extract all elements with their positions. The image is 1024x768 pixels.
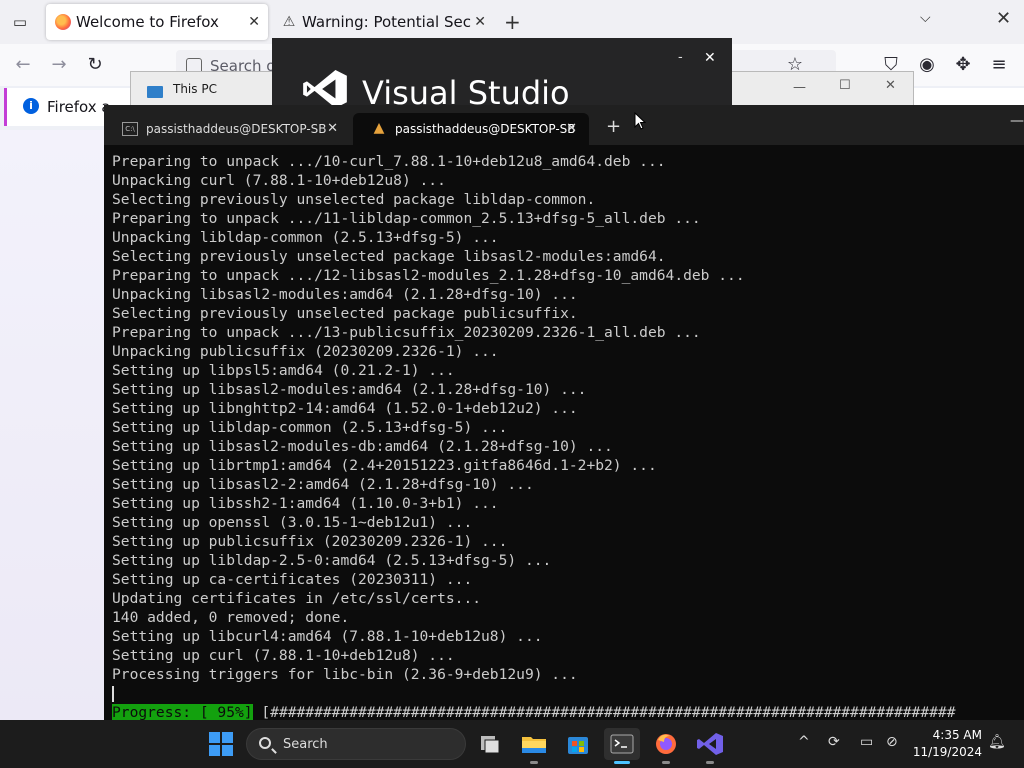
- tab-title: Warning: Potential Sec: [302, 13, 471, 31]
- firefox-tab-warning[interactable]: ⚠ Warning: Potential Sec ✕: [272, 4, 494, 40]
- terminal-line: Setting up libsasl2-modules-db:amd64 (2.…: [112, 438, 613, 455]
- this-pc-icon: [147, 86, 163, 98]
- terminal-line: Setting up libcurl4:amd64 (7.88.1-10+deb…: [112, 628, 543, 645]
- network-disconnected-icon[interactable]: ⊘: [886, 734, 898, 750]
- terminal-line: Setting up ca-certificates (20230311) ..…: [112, 571, 473, 588]
- sync-status-icon[interactable]: ⟳: [828, 734, 840, 750]
- extensions-icon[interactable]: ✥: [952, 54, 974, 75]
- terminal-line: Setting up openssl (3.0.15-1~deb12u1) ..…: [112, 514, 473, 531]
- notification-bell-icon[interactable]: 🔔︎: [988, 734, 1006, 750]
- search-icon: [259, 737, 271, 749]
- terminal-line: Setting up libssh2-1:amd64 (1.10.0-3+b1)…: [112, 495, 499, 512]
- firefox-page-content: [0, 130, 110, 720]
- visual-studio-logo-icon: [303, 70, 347, 108]
- terminal-line: 140 added, 0 removed; done.: [112, 609, 350, 626]
- visual-studio-taskbar-icon[interactable]: [692, 728, 728, 764]
- forward-arrow-icon[interactable]: →: [48, 54, 70, 75]
- explorer-maximize-button[interactable]: ☐: [839, 78, 851, 93]
- terminal-line: Setting up libsasl2-modules:amd64 (2.1.2…: [112, 381, 587, 398]
- terminal-line: Preparing to unpack .../12-libsasl2-modu…: [112, 267, 745, 284]
- terminal-line: Setting up libpsl5:amd64 (0.21.2-1) ...: [112, 362, 455, 379]
- file-explorer-taskbar-icon[interactable]: [516, 728, 552, 764]
- back-arrow-icon[interactable]: ←: [12, 54, 34, 75]
- menu-hamburger-icon[interactable]: ≡: [988, 54, 1010, 75]
- terminal-line: Setting up librtmp1:amd64 (2.4+20151223.…: [112, 457, 657, 474]
- windows-taskbar: Search ^ ⟳ ▭ ⊘ 4:35 AM 11/19/2024 🔔︎: [0, 720, 1024, 768]
- clock-date: 11/19/2024: [912, 745, 982, 759]
- warning-icon: ⚠: [282, 14, 296, 30]
- cmd-icon: C:\: [122, 122, 138, 136]
- firefox-tab-welcome[interactable]: Welcome to Firefox ✕: [46, 4, 268, 40]
- taskbar-clock[interactable]: 4:35 AM 11/19/2024: [912, 727, 982, 761]
- terminal-new-tab-button[interactable]: +: [606, 117, 621, 137]
- terminal-line: Setting up libsasl2-2:amd64 (2.1.28+dfsg…: [112, 476, 534, 493]
- microsoft-store-icon[interactable]: [560, 728, 596, 760]
- explorer-close-button[interactable]: ✕: [885, 78, 896, 93]
- terminal-line: Updating certificates in /etc/ssl/certs.…: [112, 590, 482, 607]
- close-tab-icon[interactable]: ✕: [566, 113, 577, 145]
- visual-studio-splash: Visual Studio - ✕: [272, 38, 732, 108]
- terminal-line: Setting up libldap-2.5-0:amd64 (2.5.13+d…: [112, 552, 552, 569]
- visual-studio-title: Visual Studio: [362, 74, 570, 108]
- terminal-line: Preparing to unpack .../13-publicsuffix_…: [112, 324, 701, 341]
- explorer-title: This PC: [173, 82, 217, 96]
- terminal-line: Processing triggers for libc-bin (2.36-9…: [112, 666, 578, 683]
- terminal-tab-2[interactable]: ▲ passisthaddeus@DESKTOP-SB ✕: [353, 113, 589, 145]
- vs-close-button[interactable]: ✕: [704, 50, 716, 66]
- terminal-tab-bar: C:\ passisthaddeus@DESKTOP-SB ✕ ▲ passis…: [104, 105, 1024, 145]
- terminal-line: Selecting previously unselected package …: [112, 191, 596, 208]
- terminal-line: Setting up curl (7.88.1-10+deb12u8) ...: [112, 647, 455, 664]
- clock-time: 4:35 AM: [932, 728, 982, 742]
- terminal-line: Setting up libldap-common (2.5.13+dfsg-5…: [112, 419, 508, 436]
- vs-minimize-button[interactable]: -: [678, 50, 683, 65]
- taskbar-search-label: Search: [283, 737, 328, 752]
- task-view-icon[interactable]: [472, 728, 508, 760]
- terminal-line: Setting up publicsuffix (20230209.2326-1…: [112, 533, 508, 550]
- notification-text: Firefox a: [47, 98, 111, 116]
- firefox-taskbar-icon[interactable]: [648, 728, 684, 764]
- terminal-line: Selecting previously unselected package …: [112, 305, 578, 322]
- terminal-minimize-button[interactable]: —: [1010, 113, 1024, 129]
- account-icon[interactable]: ◉: [916, 54, 938, 75]
- tab-title: Welcome to Firefox: [76, 13, 219, 31]
- tray-overflow-chevron-icon[interactable]: ^: [798, 734, 810, 750]
- terminal-output[interactable]: Preparing to unpack .../10-curl_7.88.1-1…: [112, 152, 1022, 720]
- terminal-line: Unpacking curl (7.88.1-10+deb12u8) ...: [112, 172, 446, 189]
- terminal-cursor-line: [112, 684, 1022, 703]
- firefox-view-icon[interactable]: ▭: [8, 10, 32, 34]
- list-all-tabs-icon[interactable]: ⌵: [920, 10, 931, 26]
- close-tab-icon[interactable]: ✕: [474, 4, 486, 40]
- progress-bar-hashes: [#######################################…: [252, 704, 956, 720]
- new-tab-button[interactable]: +: [504, 8, 521, 36]
- terminal-line: Preparing to unpack .../10-curl_7.88.1-1…: [112, 153, 666, 170]
- apt-progress-bar: Progress: [ 95%] [######################…: [112, 703, 1022, 720]
- terminal-tab-1[interactable]: C:\ passisthaddeus@DESKTOP-SB ✕: [104, 113, 350, 145]
- explorer-minimize-button[interactable]: —: [793, 80, 806, 95]
- debian-icon: ▲: [373, 120, 385, 136]
- terminal-line: Unpacking libsasl2-modules:amd64 (2.1.28…: [112, 286, 578, 303]
- terminal-line: Unpacking libldap-common (2.5.13+dfsg-5)…: [112, 229, 499, 246]
- mouse-pointer-icon: [634, 112, 646, 130]
- text-cursor: [112, 686, 114, 702]
- taskbar-search-box[interactable]: Search: [246, 728, 466, 760]
- terminal-line: Selecting previously unselected package …: [112, 248, 666, 265]
- terminal-tab-title: passisthaddeus@DESKTOP-SB: [146, 122, 327, 136]
- terminal-window: C:\ passisthaddeus@DESKTOP-SB ✕ ▲ passis…: [104, 105, 1024, 720]
- display-icon[interactable]: ▭: [860, 734, 873, 750]
- close-tab-icon[interactable]: ✕: [248, 4, 260, 40]
- terminal-line: Preparing to unpack .../11-libldap-commo…: [112, 210, 701, 227]
- terminal-tab-title: passisthaddeus@DESKTOP-SB: [395, 122, 576, 136]
- terminal-line: Unpacking publicsuffix (20230209.2326-1)…: [112, 343, 499, 360]
- windows-start-icon[interactable]: [209, 732, 233, 756]
- terminal-taskbar-icon[interactable]: [604, 728, 640, 764]
- progress-label: Progress: [ 95%]: [112, 704, 253, 720]
- reload-icon[interactable]: ↻: [84, 54, 106, 75]
- terminal-line: Setting up libnghttp2-14:amd64 (1.52.0-1…: [112, 400, 578, 417]
- info-icon: i: [23, 98, 39, 114]
- firefox-favicon-icon: [55, 14, 71, 30]
- close-tab-icon[interactable]: ✕: [327, 113, 338, 145]
- firefox-close-window-button[interactable]: ✕: [996, 8, 1011, 29]
